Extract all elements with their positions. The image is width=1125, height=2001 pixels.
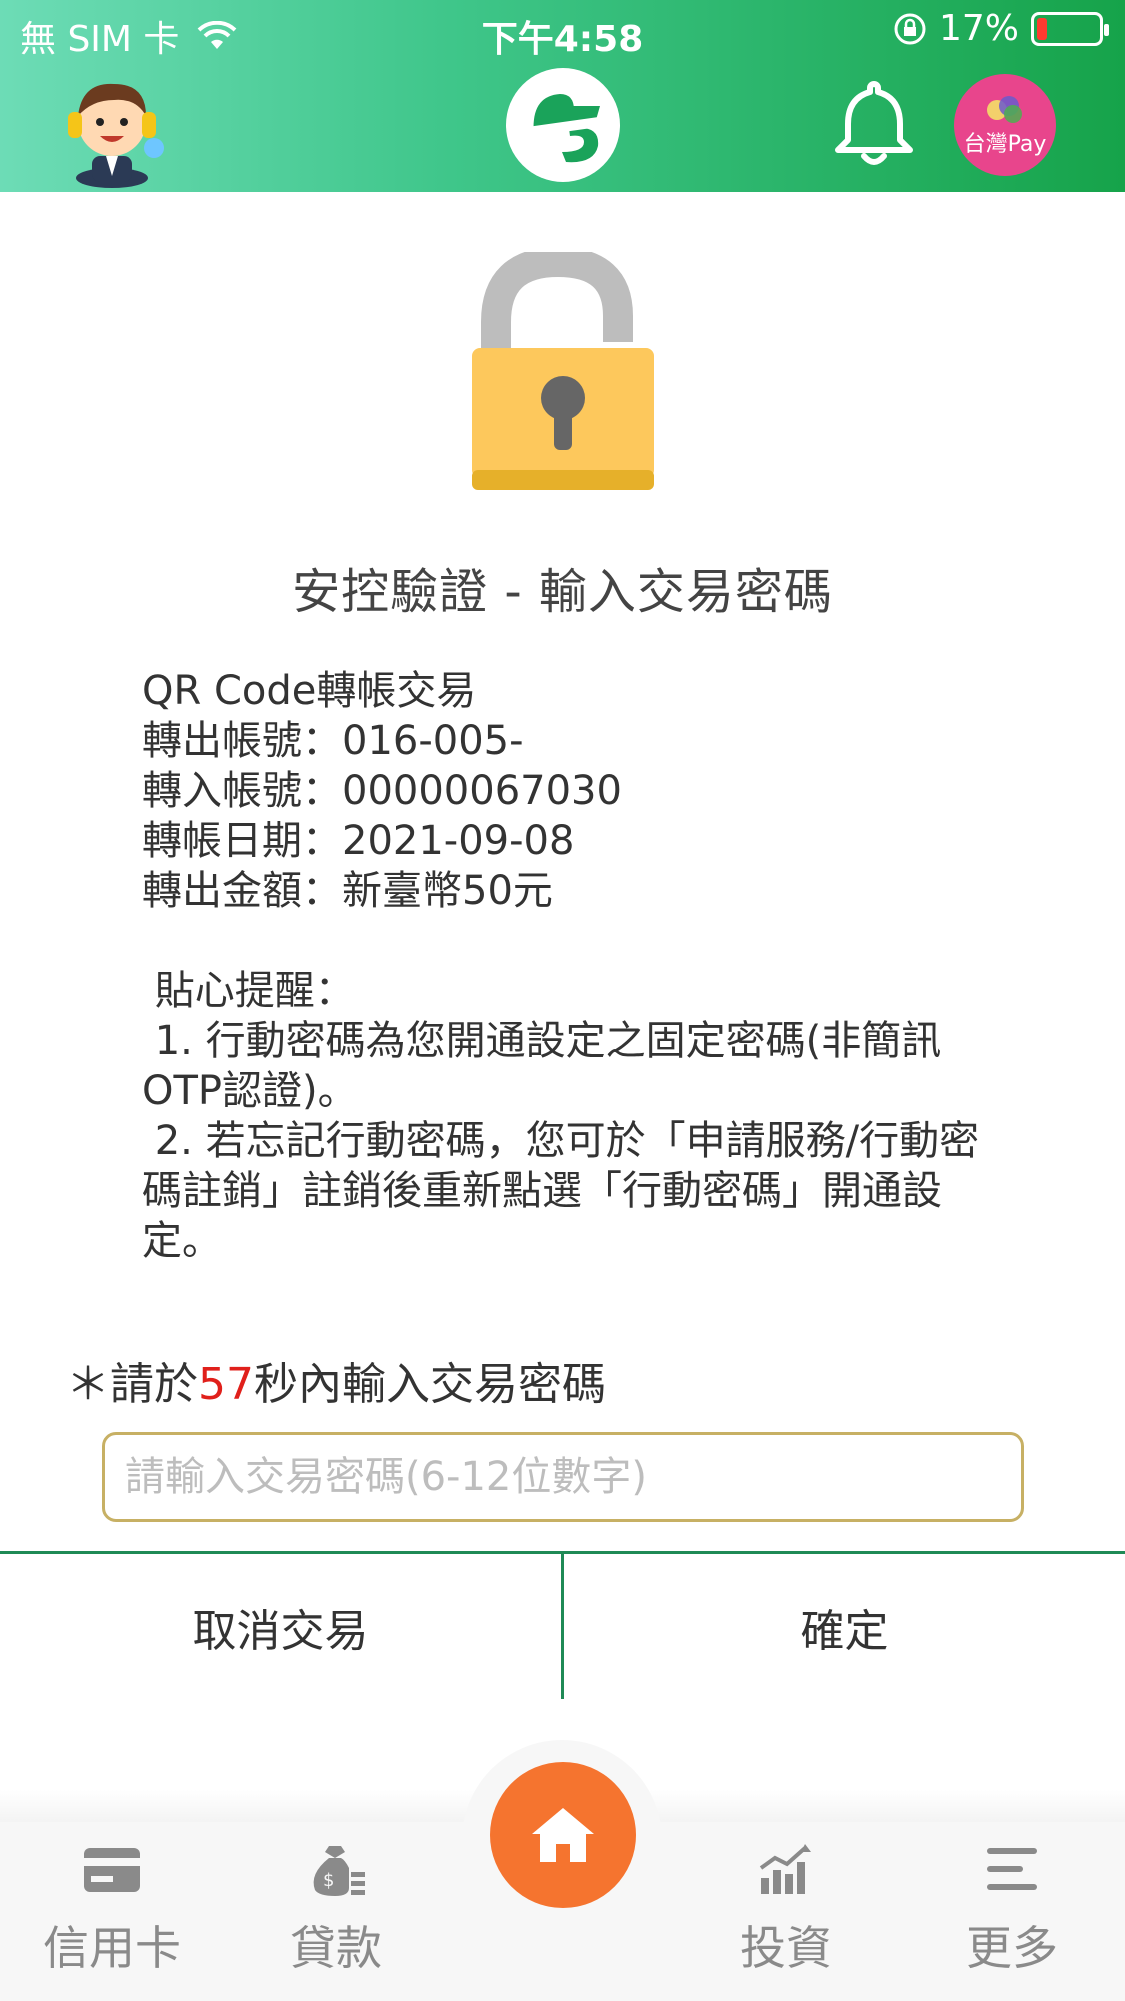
status-right: 17% [893,8,1109,49]
status-bar: 無 SIM 卡 下午4:58 17% [0,0,1125,62]
countdown-text: ＊請於57秒內輸入交易密碼 [66,1348,606,1412]
reminder-item-2: 2. 若忘記行動密碼，您可於「申請服務/行動密碼註銷」註銷後重新點選「行動密碼」… [142,1118,980,1264]
taiwan-pay-button[interactable]: 台灣Pay [954,74,1056,176]
battery-icon [1031,11,1109,46]
reminder-section: 貼心提醒： 1. 行動密碼為您開通設定之固定密碼(非簡訊OTP認證)。 2. 若… [142,966,1002,1266]
nav-item-more[interactable]: 更多 [922,1822,1102,2001]
svg-text:$: $ [323,1870,334,1891]
taiwan-pay-label: 台灣Pay [963,132,1047,157]
nav-label-loan: 貸款 [290,1921,382,1975]
countdown-seconds: 57 [198,1359,254,1410]
transaction-details: QR Code轉帳交易 轉出帳號：016-005- 轉入帳號：000000670… [142,666,622,916]
page-title: 安控驗證 - 輸入交易密碼 [292,564,833,620]
reminder-item-1: 1. 行動密碼為您開通設定之固定密碼(非簡訊OTP認證)。 [142,1018,942,1114]
nav-item-invest[interactable]: 投資 [696,1822,876,2001]
reminder-heading: 貼心提醒： [154,968,355,1014]
bell-icon[interactable] [832,78,916,168]
taiwan-pay-logo-icon [987,96,1022,123]
nav-item-credit-card[interactable]: 信用卡 [22,1822,202,2001]
menu-icon [987,1848,1037,1890]
money-bag-icon: $ [313,1846,365,1896]
cancel-transaction-button[interactable]: 取消交易 [0,1554,561,1699]
orientation-lock-icon [894,13,926,44]
home-icon [532,1808,594,1862]
nav-label-credit-card: 信用卡 [43,1921,181,1975]
transfer-date: 轉帳日期：2021-09-08 [142,818,575,864]
bank-logo-icon[interactable] [504,66,622,184]
nav-label-invest: 投資 [740,1921,832,1975]
countdown-suffix: 秒內輸入交易密碼 [254,1359,606,1410]
bar-chart-icon [759,1844,811,1894]
battery-percent: 17% [938,8,1019,49]
app-header: 無 SIM 卡 下午4:58 17% 台灣Pay [0,0,1125,192]
confirm-button[interactable]: 確定 [564,1554,1125,1699]
transaction-password-input[interactable] [102,1432,1024,1522]
home-button[interactable] [490,1762,636,1908]
nav-label-more: 更多 [966,1921,1058,1975]
countdown-prefix: ＊請於 [66,1359,198,1410]
from-account: 轉出帳號：016-005- [142,718,524,764]
transfer-amount: 轉出金額：新臺幣50元 [142,868,553,914]
battery-level [1037,17,1047,40]
to-account: 轉入帳號：00000067030 [142,768,622,814]
nav-item-loan[interactable]: $ 貸款 [246,1822,426,2001]
customer-service-avatar-icon[interactable] [52,72,174,188]
transaction-type: QR Code轉帳交易 [142,668,477,714]
credit-card-icon [84,1848,140,1892]
unlocked-padlock-icon [472,252,654,490]
